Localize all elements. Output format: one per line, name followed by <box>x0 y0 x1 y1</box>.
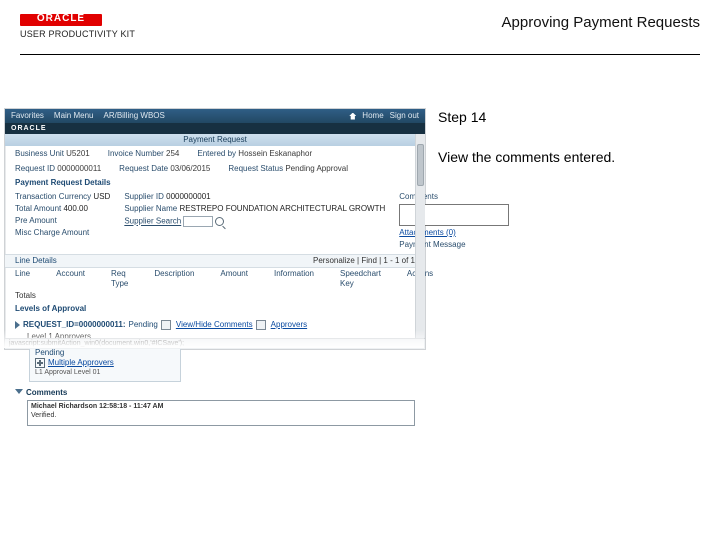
col-line: Line <box>15 269 30 289</box>
search-icon[interactable] <box>215 217 224 226</box>
nav-favorites[interactable]: Favorites <box>11 111 44 121</box>
home-icon[interactable] <box>349 113 356 120</box>
brand-text: ORACLE <box>20 13 102 25</box>
txn-value: USD <box>93 192 110 201</box>
oracle-logo: ORACLE USER PRODUCTIVITY KIT <box>20 14 135 40</box>
total-value: 400.00 <box>63 204 87 213</box>
inv-label: Invoice Number <box>108 149 164 158</box>
pre-label: Pre Amount <box>15 216 57 225</box>
doc-header: ORACLE USER PRODUCTIVITY KIT Approving P… <box>20 14 700 50</box>
nav-mainmenu[interactable]: Main Menu <box>54 111 94 121</box>
lines-title: Line Details <box>15 255 57 267</box>
app-brand: ORACLE <box>5 123 425 134</box>
misc-label: Misc Charge Amount <box>15 228 89 237</box>
col-reqtype: Req Type <box>111 269 128 289</box>
col-amount: Amount <box>220 269 248 289</box>
app-screenshot: Favorites Main Menu AR/Billing WBOS Home… <box>4 108 426 350</box>
product-name: USER PRODUCTIVITY KIT <box>20 28 135 40</box>
step-label: Step 14 <box>438 108 700 126</box>
bu-value: U5201 <box>66 149 90 158</box>
request-status: Pending <box>129 320 158 330</box>
reqid-label: Request ID <box>15 164 55 173</box>
viewhide-comments-link[interactable]: View/Hide Comments <box>176 320 253 330</box>
lines-title-bar: Line Details Personalize | Find | 1 - 1 … <box>5 254 425 268</box>
reqdate-value: 03/06/2015 <box>170 164 210 173</box>
lines-pager[interactable]: Personalize | Find | 1 - 1 of 1 <box>313 255 415 267</box>
plus-icon[interactable] <box>35 358 45 368</box>
paymsg-label: Payment Message <box>399 240 465 249</box>
col-info: Information <box>274 269 314 289</box>
comment-entry: Michael Richardson 12:58:18 - 11:47 AM V… <box>27 400 415 426</box>
comments-expand-icon[interactable] <box>15 389 23 394</box>
enteredby-value: Hossein Eskanaphor <box>238 149 312 158</box>
approval-section-title: Levels of Approval <box>5 302 425 316</box>
header-rule <box>20 54 700 55</box>
supplier-search-input[interactable] <box>183 216 213 227</box>
supnm-value: RESTREPO FOUNDATION ARCHITECTURAL GROWTH <box>179 204 385 213</box>
header-row-1: Business Unit U5201 Invoice Number 254 E… <box>5 146 425 161</box>
bu-label: Business Unit <box>15 149 64 158</box>
nav-breadcrumb[interactable]: AR/Billing WBOS <box>103 111 164 121</box>
comments-header: Comments <box>26 388 67 398</box>
header-row-2: Request ID 0000000011 Request Date 03/06… <box>5 161 425 176</box>
lines-columns: Line Account Req Type Description Amount… <box>5 268 425 290</box>
approver-role2: L1 Approval Level 01 <box>35 368 175 378</box>
col-account: Account <box>56 269 85 289</box>
step-instruction: View the comments entered. <box>438 148 700 166</box>
inv-value: 254 <box>166 149 179 158</box>
reqstatus-value: Pending Approval <box>285 164 348 173</box>
enteredby-label: Entered by <box>197 149 236 158</box>
txn-label: Transaction Currency <box>15 192 91 201</box>
nav-signout[interactable]: Sign out <box>390 111 419 121</box>
supplier-search[interactable]: Supplier Search <box>124 217 181 226</box>
details-block: Transaction Currency USD Total Amount 40… <box>5 190 425 254</box>
fade-scrim <box>4 330 424 348</box>
lines-footer: Totals <box>5 290 425 302</box>
page-title-bar: Payment Request <box>5 134 425 146</box>
supnm-label: Supplier Name <box>124 204 177 213</box>
col-desc: Description <box>154 269 194 289</box>
doc-title: Approving Payment Requests <box>502 14 700 32</box>
instruction-panel: Step 14 View the comments entered. <box>438 108 700 166</box>
supid-value: 0000000001 <box>166 192 211 201</box>
reqid-value: 0000000011 <box>57 164 101 173</box>
scrollbar-thumb[interactable] <box>417 144 424 186</box>
vertical-scrollbar[interactable] <box>415 134 425 339</box>
comment-author: Michael Richardson 12:58:18 - 11:47 AM <box>31 402 411 411</box>
approvers-icon[interactable] <box>256 320 266 330</box>
details-section-title: Payment Request Details <box>5 176 425 190</box>
total-label: Total Amount <box>15 204 61 213</box>
nav-home[interactable]: Home <box>362 111 383 121</box>
approver-card: Pending Multiple Approvers L1 Approval L… <box>29 344 181 382</box>
expand-icon[interactable] <box>15 321 20 329</box>
request-id-label: REQUEST_ID=0000000011: <box>23 320 126 330</box>
approvers-link[interactable]: Approvers <box>271 320 307 330</box>
supid-label: Supplier ID <box>124 192 164 201</box>
col-speedchart: Speedchart Key <box>340 269 381 289</box>
app-navbar: Favorites Main Menu AR/Billing WBOS Home… <box>5 109 425 123</box>
approver-pending: Pending <box>35 348 175 358</box>
lines-total-label: Totals <box>15 291 36 301</box>
comment-body: Verified. <box>31 411 411 420</box>
reqdate-label: Request Date <box>119 164 168 173</box>
reqstatus-label: Request Status <box>228 164 283 173</box>
approver-role[interactable]: Multiple Approvers <box>48 358 114 367</box>
comments-icon[interactable] <box>161 320 171 330</box>
